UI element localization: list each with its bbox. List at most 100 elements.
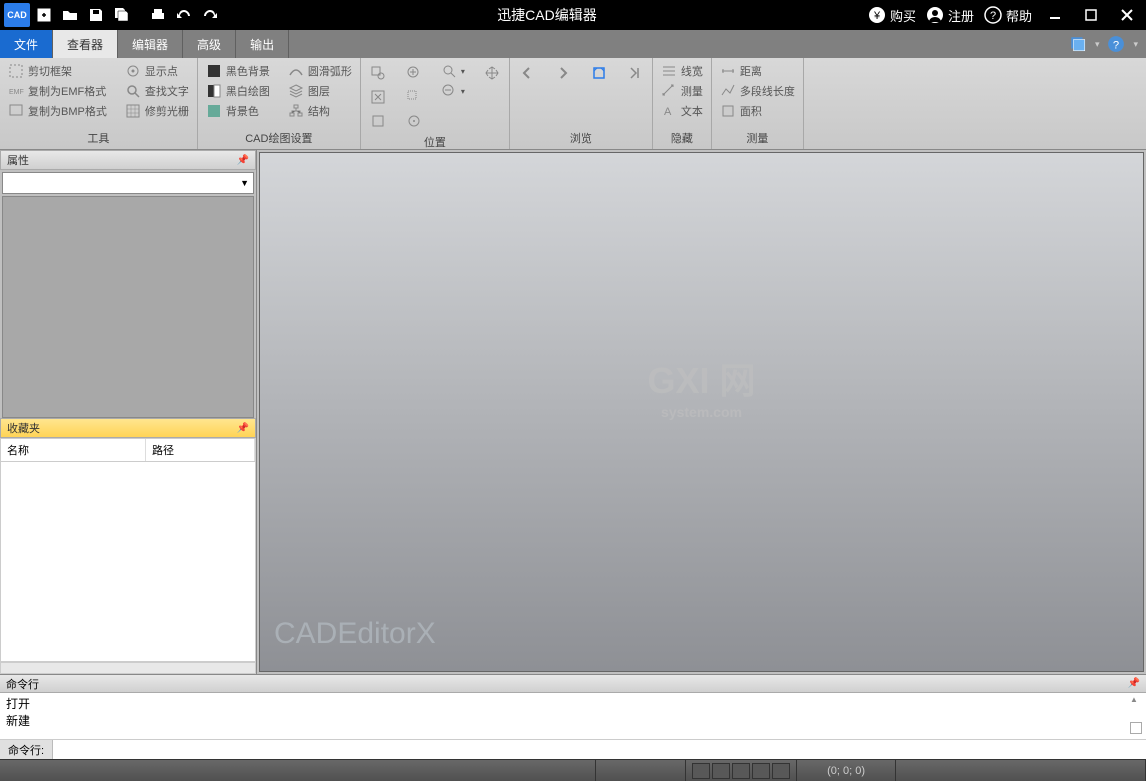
ribbon-group-browse: 浏览 bbox=[510, 58, 653, 149]
statusbar: (0; 0; 0) bbox=[0, 759, 1146, 781]
distance-button[interactable]: 距离 bbox=[718, 62, 797, 80]
find-text-button[interactable]: 查找文字 bbox=[123, 82, 191, 100]
properties-panel-header[interactable]: 属性📌 bbox=[0, 150, 256, 170]
col-name[interactable]: 名称 bbox=[1, 439, 146, 461]
save-icon[interactable] bbox=[84, 3, 108, 27]
zoom-all-icon[interactable] bbox=[367, 110, 389, 132]
cut-frame-button[interactable]: 剪切框架 bbox=[6, 62, 109, 80]
open-icon[interactable] bbox=[58, 3, 82, 27]
nav-forward-icon[interactable] bbox=[552, 62, 574, 84]
redo-icon[interactable] bbox=[198, 3, 222, 27]
zoom-extents-icon[interactable] bbox=[367, 86, 389, 108]
ribbon-group-tools: 剪切框架 EMF复制为EMF格式 复制为BMP格式 显示点 查找文字 修剪光栅 … bbox=[0, 58, 198, 149]
status-coordinates: (0; 0; 0) bbox=[797, 760, 896, 781]
app-title: 迅捷CAD编辑器 bbox=[226, 5, 868, 25]
nav-home-icon[interactable] bbox=[588, 62, 610, 84]
snap-icon[interactable] bbox=[692, 763, 710, 779]
saveall-icon[interactable] bbox=[110, 3, 134, 27]
ribbon-group-position: ▾ ▾ 位置 bbox=[361, 58, 510, 149]
tab-editor[interactable]: 编辑器 bbox=[118, 30, 183, 58]
polyline-length-button[interactable]: 多段线长度 bbox=[718, 82, 797, 100]
left-panels: 属性📌 ▼ 收藏夹📌 名称 路径 bbox=[0, 150, 257, 674]
pin-icon[interactable]: 📌 bbox=[1128, 678, 1140, 689]
close-button[interactable] bbox=[1114, 2, 1140, 28]
show-point-button[interactable]: 显示点 bbox=[123, 62, 191, 80]
black-bg-button[interactable]: 黑色背景 bbox=[204, 62, 272, 80]
watermark: GXI 网 system.com bbox=[647, 352, 755, 420]
menubar: 文件 查看器 编辑器 高级 输出 ▾ ? ▾ bbox=[0, 30, 1146, 58]
polar-icon[interactable] bbox=[752, 763, 770, 779]
zoom-out-icon[interactable]: ▾ bbox=[439, 82, 467, 100]
undo-icon[interactable] bbox=[172, 3, 196, 27]
favorites-scrollbar[interactable] bbox=[0, 662, 256, 674]
ortho-icon[interactable] bbox=[732, 763, 750, 779]
main-area: 属性📌 ▼ 收藏夹📌 名称 路径 GXI 网 system.com CADEdi… bbox=[0, 150, 1146, 674]
favorites-panel-header[interactable]: 收藏夹📌 bbox=[0, 418, 256, 438]
app-icon: CAD bbox=[4, 3, 30, 27]
commandline-input[interactable] bbox=[53, 744, 1146, 756]
tab-advanced[interactable]: 高级 bbox=[183, 30, 236, 58]
status-mode-icons bbox=[686, 760, 797, 781]
svg-text:EMF: EMF bbox=[9, 89, 24, 96]
titlebar: CAD 迅捷CAD编辑器 ¥ 购买 注册 ? 帮助 bbox=[0, 0, 1146, 30]
area-button[interactable]: 面积 bbox=[718, 102, 797, 120]
print-icon[interactable] bbox=[146, 3, 170, 27]
pin-icon[interactable]: 📌 bbox=[237, 155, 249, 166]
lineweight-button[interactable]: 线宽 bbox=[659, 62, 705, 80]
buy-button[interactable]: ¥ 购买 bbox=[868, 6, 916, 25]
group-label-browse: 浏览 bbox=[516, 128, 646, 149]
group-label-tools: 工具 bbox=[6, 128, 191, 149]
svg-text:?: ? bbox=[990, 10, 996, 22]
svg-text:A: A bbox=[664, 106, 672, 118]
col-path[interactable]: 路径 bbox=[146, 439, 255, 461]
zoom-center-icon[interactable] bbox=[403, 110, 425, 132]
tab-output[interactable]: 输出 bbox=[236, 30, 289, 58]
pin-icon[interactable]: 📌 bbox=[237, 423, 249, 434]
window-icon[interactable] bbox=[1069, 35, 1087, 53]
maximize-button[interactable] bbox=[1078, 2, 1104, 28]
ribbon-group-measure: 距离 多段线长度 面积 测量 bbox=[712, 58, 804, 149]
drawing-canvas[interactable]: GXI 网 system.com CADEditorX bbox=[259, 152, 1144, 672]
properties-dropdown[interactable]: ▼ bbox=[2, 172, 254, 194]
fix-raster-button[interactable]: 修剪光栅 bbox=[123, 102, 191, 120]
new-icon[interactable] bbox=[32, 3, 56, 27]
canvas-label: CADEditorX bbox=[274, 617, 436, 651]
commandline-panel: 命令行📌 打开 新建 ▲ 命令行: bbox=[0, 674, 1146, 759]
nav-last-icon[interactable] bbox=[624, 62, 646, 84]
ribbon-group-cad-settings: 黑色背景 黑白绘图 背景色 圆滑弧形 图层 结构 CAD绘图设置 bbox=[198, 58, 361, 149]
text-toggle-button[interactable]: A文本 bbox=[659, 102, 705, 120]
bg-color-button[interactable]: 背景色 bbox=[204, 102, 272, 120]
favorites-columns: 名称 路径 bbox=[0, 438, 256, 462]
copy-bmp-button[interactable]: 复制为BMP格式 bbox=[6, 102, 109, 120]
commandline-prompt: 命令行: bbox=[0, 740, 53, 760]
minimize-button[interactable] bbox=[1042, 2, 1068, 28]
svg-text:¥: ¥ bbox=[873, 10, 881, 22]
commandline-header[interactable]: 命令行📌 bbox=[0, 675, 1146, 693]
grid-icon[interactable] bbox=[712, 763, 730, 779]
group-label-measure: 测量 bbox=[718, 128, 797, 149]
chevron-down-icon: ▼ bbox=[240, 178, 249, 188]
help-button[interactable]: ? 帮助 bbox=[984, 6, 1032, 25]
zoom-dropdown-1[interactable]: ▾ bbox=[439, 62, 467, 80]
zoom-select-icon[interactable] bbox=[403, 86, 425, 108]
osnap-icon[interactable] bbox=[772, 763, 790, 779]
tab-file[interactable]: 文件 bbox=[0, 30, 53, 58]
commandline-input-row: 命令行: bbox=[0, 739, 1146, 759]
layer-button[interactable]: 图层 bbox=[286, 82, 354, 100]
structure-button[interactable]: 结构 bbox=[286, 102, 354, 120]
measure-toggle-button[interactable]: 测量 bbox=[659, 82, 705, 100]
zoom-in-icon[interactable] bbox=[403, 62, 425, 84]
pan-icon[interactable] bbox=[481, 62, 503, 84]
nav-back-icon[interactable] bbox=[516, 62, 538, 84]
help-icon[interactable]: ? bbox=[1107, 35, 1125, 53]
properties-body bbox=[2, 196, 254, 418]
bw-draw-button[interactable]: 黑白绘图 bbox=[204, 82, 272, 100]
group-label-cad-settings: CAD绘图设置 bbox=[204, 128, 354, 149]
smooth-arc-button[interactable]: 圆滑弧形 bbox=[286, 62, 354, 80]
zoom-window-icon[interactable] bbox=[367, 62, 389, 84]
favorites-body bbox=[0, 462, 256, 662]
copy-emf-button[interactable]: EMF复制为EMF格式 bbox=[6, 82, 109, 100]
register-button[interactable]: 注册 bbox=[926, 6, 974, 25]
tab-viewer[interactable]: 查看器 bbox=[53, 30, 118, 58]
svg-text:?: ? bbox=[1113, 40, 1119, 52]
